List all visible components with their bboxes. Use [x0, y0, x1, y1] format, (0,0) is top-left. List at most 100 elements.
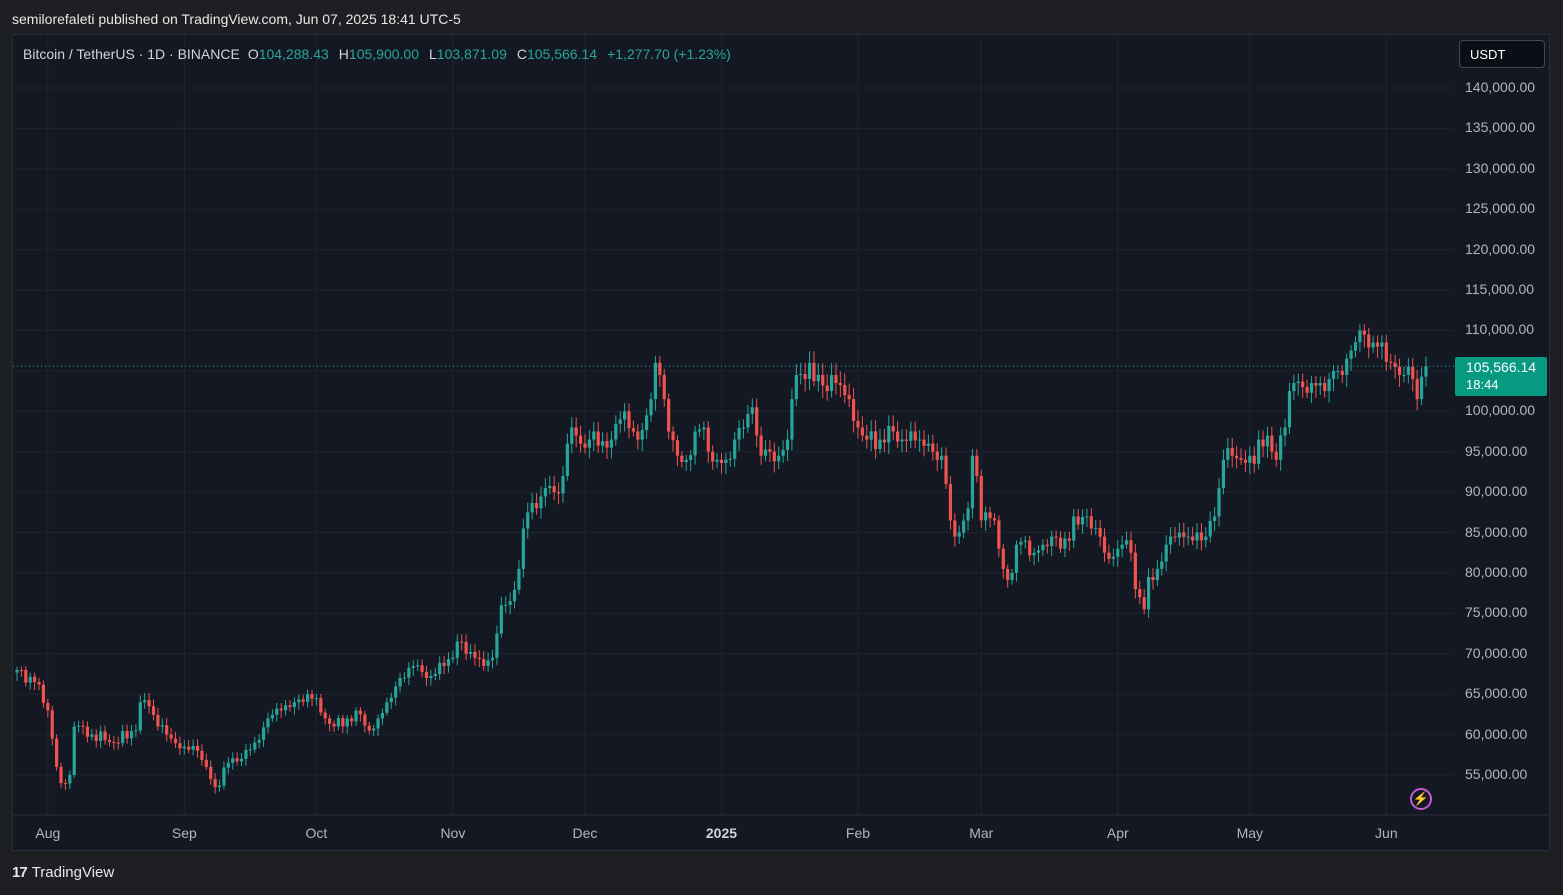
candle-body [257, 739, 261, 743]
candle-body [213, 779, 217, 788]
candle-body [134, 730, 138, 732]
candle-body [517, 568, 521, 590]
candle-body [310, 694, 314, 699]
candle-body [1133, 552, 1137, 590]
candle-body [1292, 383, 1296, 392]
candle-body [526, 512, 530, 529]
candle-body [821, 374, 825, 386]
x-tick-label: 2025 [705, 825, 738, 841]
chart-panel[interactable]: Bitcoin / TetherUS · 1D · BINANCE O 104,… [12, 34, 1550, 851]
candle-body [834, 374, 838, 384]
candle-body [1107, 552, 1111, 559]
candle-body [112, 742, 116, 744]
candle-body [380, 712, 385, 719]
candle-body [552, 485, 556, 493]
candle-body [825, 385, 829, 392]
candle-body [372, 728, 376, 731]
candle-body [209, 766, 213, 780]
candle-body [420, 665, 424, 672]
candle-body [539, 496, 543, 509]
currency-button[interactable]: USDT [1459, 40, 1545, 68]
candle-body [1419, 376, 1424, 400]
candle-body [794, 374, 798, 400]
candle-body [1146, 576, 1151, 610]
candle-body [1424, 366, 1428, 377]
y-tick-label: 135,000.00 [1465, 119, 1536, 136]
y-tick-label: 55,000.00 [1465, 766, 1528, 782]
candle-body [975, 455, 979, 476]
publisher-line: semilorefaleti published on TradingView.… [12, 11, 461, 27]
y-tick-label: 95,000.00 [1465, 442, 1528, 459]
candlestick-chart[interactable] [13, 35, 1549, 850]
candle-body [746, 413, 750, 428]
y-tick-label: 125,000.00 [1465, 200, 1536, 217]
candle-body [984, 512, 988, 521]
candle-body [182, 746, 186, 749]
candle-body [768, 449, 772, 452]
candle-body [1001, 548, 1005, 569]
candle-body [790, 399, 794, 440]
lightning-bolt-icon[interactable]: ⚡ [1410, 788, 1432, 810]
candle-body [1019, 541, 1023, 545]
candle-body [178, 743, 182, 749]
candle-body [667, 399, 671, 432]
candle-body [970, 455, 975, 509]
candle-body [799, 374, 803, 376]
candle-body [341, 718, 345, 727]
candle-body [675, 440, 680, 456]
candle-body [711, 451, 715, 462]
candle-body [367, 725, 371, 731]
candle-body [556, 492, 561, 494]
candle-body [1058, 537, 1063, 549]
candle-body [288, 705, 292, 708]
candle-body [1323, 383, 1327, 392]
candle-body [570, 427, 574, 444]
candle-body [1023, 540, 1027, 542]
candle-body [1389, 361, 1393, 363]
y-tick-label: 75,000.00 [1465, 604, 1528, 621]
candle-body [521, 528, 525, 569]
candle-body [957, 532, 961, 537]
candle-body [116, 742, 120, 744]
candle-body [693, 431, 697, 456]
candle-body [627, 411, 631, 429]
candle-body [499, 605, 503, 634]
candle-body [138, 702, 142, 731]
candle-body [1248, 455, 1252, 463]
candle-body [248, 749, 252, 751]
candle-body [200, 750, 204, 760]
candle-body [292, 702, 296, 708]
high-value: 105,900.00 [348, 46, 419, 62]
candle-body [816, 374, 820, 382]
candle-body [838, 383, 842, 386]
candle-body [156, 714, 160, 727]
candle-body [1261, 439, 1265, 447]
candle-body [28, 676, 32, 683]
candle-body [741, 427, 746, 429]
candle-body [1124, 540, 1129, 545]
candle-body [222, 767, 226, 786]
candle-body [636, 431, 640, 440]
candle-body [1120, 544, 1124, 549]
close-value: 105,566.14 [526, 46, 598, 62]
candle-body [587, 439, 591, 448]
candle-body [169, 734, 173, 739]
candle-body [455, 641, 459, 658]
candle-body [261, 727, 266, 740]
candle-body [1168, 536, 1173, 545]
candle-body [1102, 536, 1107, 553]
candle-body [1349, 350, 1353, 359]
candle-body [865, 435, 869, 440]
candle-body [1221, 459, 1226, 489]
candle-body [940, 455, 944, 460]
candle-body [125, 731, 129, 739]
candle-body [442, 662, 446, 666]
candle-body [460, 641, 464, 643]
x-tick-label: Jun [1375, 825, 1398, 841]
candle-body [195, 745, 200, 751]
candle-body [631, 428, 636, 432]
candle-body [1072, 516, 1076, 541]
candle-body [305, 694, 310, 702]
candle-body [1094, 527, 1098, 529]
candle-body [988, 512, 992, 519]
